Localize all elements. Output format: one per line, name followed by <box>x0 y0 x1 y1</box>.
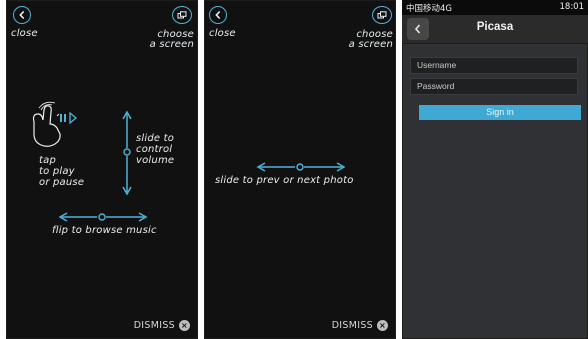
slide-line3: volume <box>136 155 175 166</box>
sign-in-button[interactable]: Sign in <box>419 105 581 120</box>
slide-line1: slide to <box>136 133 175 144</box>
choose-screen-button[interactable] <box>372 6 392 24</box>
dismiss-label: DISMISS <box>133 320 175 331</box>
picasa-signin-screen: 中国移动4G 18:01 Picasa Sign in <box>402 0 588 339</box>
clock-label: 18:01 <box>559 2 585 12</box>
volume-instructions: slide to control volume <box>136 133 174 166</box>
status-bar: 中国移动4G 18:01 <box>402 0 588 15</box>
photo-slide-instructions: slide to prev or next photo <box>215 175 354 186</box>
choose-screen-label: choose a screen <box>134 30 194 50</box>
page-title: Picasa <box>476 21 514 33</box>
choose-screen-label: choose a screen <box>333 30 393 50</box>
choose-label-line2: a screen <box>149 39 194 50</box>
close-label: close <box>209 28 236 39</box>
volume-slide-arrow-icon <box>122 110 132 196</box>
music-help-screen: close choose a screen tap to play or pau… <box>6 0 198 339</box>
dismiss-button[interactable]: DISMISS × <box>332 320 388 331</box>
tap-line3: or pause <box>39 177 85 188</box>
password-field[interactable] <box>410 78 578 95</box>
dismiss-button[interactable]: DISMISS × <box>134 320 190 331</box>
close-button[interactable] <box>13 6 31 24</box>
flip-arrow-icon <box>58 212 148 222</box>
close-circle-icon: × <box>179 320 190 331</box>
slide-line2: control <box>136 144 173 155</box>
chevron-left-icon <box>19 11 24 19</box>
close-circle-icon: × <box>377 320 388 331</box>
screens-icon <box>177 11 187 19</box>
tap-hand-icon <box>32 101 78 147</box>
screens-icon <box>377 11 387 19</box>
photo-slide-arrow-icon <box>256 162 346 172</box>
title-bar: Picasa <box>402 15 588 44</box>
close-label: close <box>11 28 38 39</box>
tap-line2: to play <box>39 166 75 177</box>
chevron-left-icon <box>215 11 220 19</box>
close-button[interactable] <box>209 6 227 24</box>
choose-screen-button[interactable] <box>172 6 192 24</box>
dismiss-label: DISMISS <box>331 320 373 331</box>
photo-help-screen: close choose a screen slide to prev or n… <box>204 0 396 339</box>
tap-line1: tap <box>39 155 56 166</box>
tap-instructions: tap to play or pause <box>39 155 84 188</box>
choose-label-line2: a screen <box>348 39 393 50</box>
carrier-label: 中国移动4G <box>406 4 452 14</box>
username-field[interactable] <box>410 57 578 74</box>
flip-instructions: flip to browse music <box>52 225 157 236</box>
